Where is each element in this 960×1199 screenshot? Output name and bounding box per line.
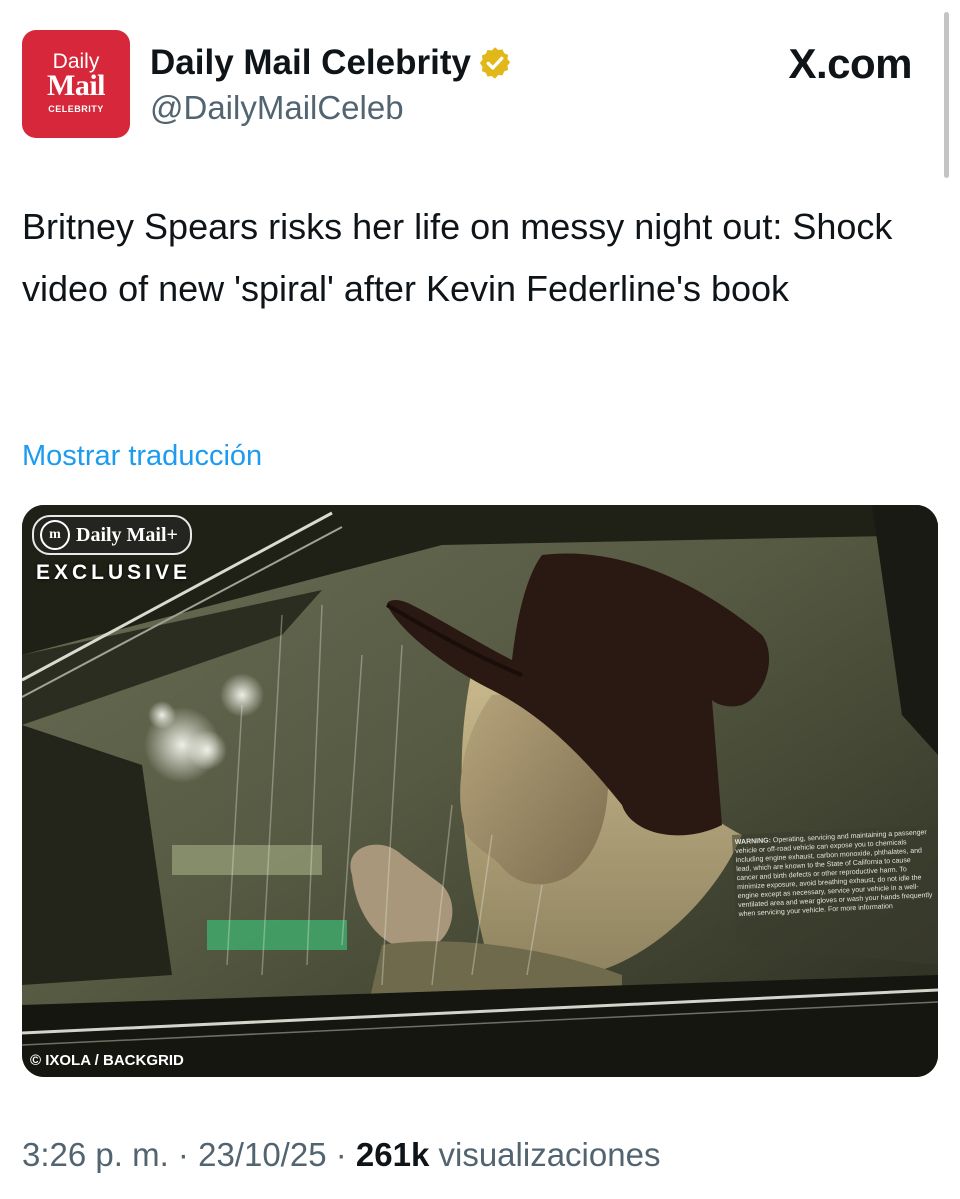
tweet-date[interactable]: 23/10/25 (198, 1136, 326, 1173)
watermark-badge: m Daily Mail+ (32, 515, 192, 555)
views-count: 261k (355, 1136, 430, 1173)
tweet-text: Britney Spears risks her life on messy n… (22, 206, 893, 309)
meta-separator: · (335, 1136, 347, 1173)
avatar-line-celebrity: CELEBRITY (48, 104, 104, 114)
media-photo (22, 505, 938, 1077)
display-name[interactable]: Daily Mail Celebrity (150, 42, 471, 84)
views-label: visualizaciones (438, 1136, 661, 1173)
tweet-media-image[interactable]: m Daily Mail+ EXCLUSIVE WARNING: Operati… (22, 505, 938, 1077)
meta-separator: · (177, 1136, 189, 1173)
photo-credit: © IXOLA / BACKGRID (30, 1052, 184, 1069)
dailymail-logo-icon: m (40, 520, 70, 550)
warning-heading: WARNING: (734, 837, 772, 847)
page-scrollbar[interactable] (944, 12, 949, 178)
avatar-line-mail: Mail (47, 69, 106, 102)
source-label: X.com (788, 40, 912, 87)
show-translation-link[interactable]: Mostrar traducción (22, 440, 262, 473)
author-block: Daily Mail Celebrity @DailyMailCeleb (150, 42, 513, 130)
avatar[interactable]: Daily Mail CELEBRITY (22, 30, 130, 138)
exclusive-label: EXCLUSIVE (36, 561, 192, 584)
tweet-meta: 3:26 p. m. · 23/10/25 · 261k visualizaci… (22, 1136, 660, 1174)
user-handle[interactable]: @DailyMailCeleb (150, 86, 513, 130)
gold-verified-icon[interactable] (477, 45, 513, 81)
tweet-time[interactable]: 3:26 p. m. (22, 1136, 169, 1173)
warning-sticker: WARNING: Operating, servicing and mainta… (735, 828, 936, 934)
watermark-brand: Daily Mail+ (76, 523, 178, 546)
